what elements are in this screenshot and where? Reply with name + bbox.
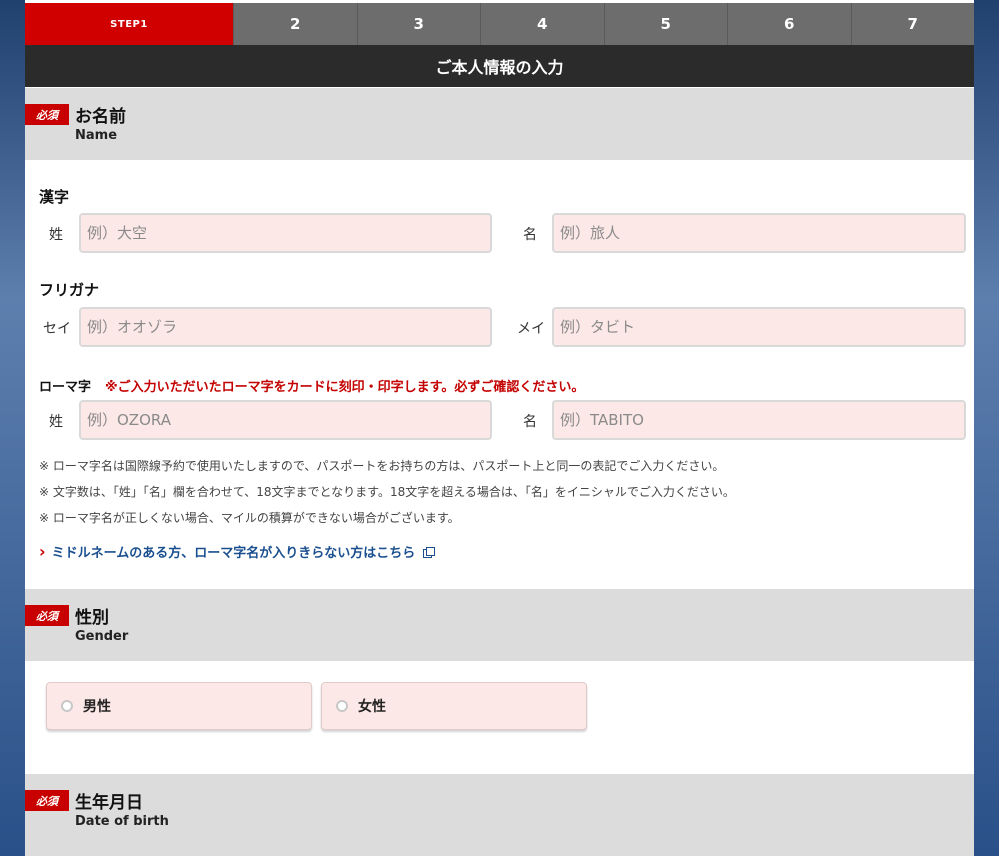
step-1: STEP1: [25, 3, 233, 45]
step-6: 6: [727, 3, 851, 45]
gender-section-header: 必須 性別 Gender: [25, 589, 974, 661]
gender-option-male-label: 男性: [83, 699, 111, 715]
middle-name-link-text: ミドルネームのある方、ローマ字名が入りきらない方はこちら: [51, 546, 416, 561]
gender-section-title: 性別: [75, 608, 109, 628]
roman-first-name-label: 名: [523, 414, 537, 430]
furigana-last-name-label: セイ: [43, 321, 71, 337]
name-section-subtitle: Name: [75, 128, 118, 143]
birth-section-title: 生年月日: [75, 793, 143, 813]
roman-note-length: ※ 文字数は、「姓」「名」欄を合わせて、18文字までとなります。18文字を超える…: [39, 485, 735, 499]
kanji-last-name-input[interactable]: [79, 213, 492, 253]
form-container: STEP1 2 3 4 5 6 7 ご本人情報の入力 必須 お名前 Name 漢…: [25, 0, 974, 856]
roman-warning: ※ご入力いただいたローマ字をカードに刻印・印字します。必ずご確認ください。: [105, 380, 585, 395]
external-link-icon: [423, 546, 436, 558]
required-badge: 必須: [25, 605, 69, 626]
page-title: ご本人情報の入力: [25, 45, 974, 87]
kanji-last-name-label: 姓: [49, 227, 63, 243]
step-7: 7: [850, 3, 975, 45]
required-badge: 必須: [25, 790, 69, 811]
required-badge: 必須: [25, 104, 69, 125]
step-2: 2: [233, 3, 357, 45]
gender-option-female-label: 女性: [358, 699, 386, 715]
step-5: 5: [603, 3, 728, 45]
birth-section-subtitle: Date of birth: [75, 814, 169, 829]
step-3: 3: [356, 3, 481, 45]
roman-note-mileage: ※ ローマ字名が正しくない場合、マイルの積算ができない場合がございます。: [39, 511, 460, 525]
roman-group-label: ローマ字: [39, 380, 92, 395]
chevron-right-icon: ›: [39, 542, 46, 561]
kanji-group-label: 漢字: [39, 188, 70, 206]
middle-name-link[interactable]: › ミドルネームのある方、ローマ字名が入りきらない方はこちら: [39, 542, 436, 561]
gender-option-male[interactable]: 男性: [46, 682, 312, 730]
name-section-header: 必須 お名前 Name: [25, 88, 974, 160]
radio-circle-icon: [336, 700, 348, 712]
roman-note-passport: ※ ローマ字名は国際線予約で使用いたしますので、パスポートをお持ちの方は、パスポ…: [39, 459, 725, 473]
roman-last-name-input[interactable]: [79, 400, 492, 440]
kanji-first-name-label: 名: [523, 227, 537, 243]
gender-option-female[interactable]: 女性: [321, 682, 587, 730]
roman-last-name-label: 姓: [49, 414, 63, 430]
name-section-title: お名前: [75, 107, 126, 127]
radio-circle-icon: [61, 700, 73, 712]
kanji-first-name-input[interactable]: [552, 213, 966, 253]
furigana-first-name-input[interactable]: [552, 307, 966, 347]
step-progress-bar: STEP1 2 3 4 5 6 7: [25, 3, 974, 45]
step-4: 4: [480, 3, 604, 45]
birth-section-header: 必須 生年月日 Date of birth: [25, 774, 974, 856]
furigana-first-name-label: メイ: [517, 321, 545, 337]
furigana-last-name-input[interactable]: [79, 307, 492, 347]
roman-first-name-input[interactable]: [552, 400, 966, 440]
furigana-group-label: フリガナ: [39, 281, 100, 299]
gender-section-subtitle: Gender: [75, 629, 129, 644]
